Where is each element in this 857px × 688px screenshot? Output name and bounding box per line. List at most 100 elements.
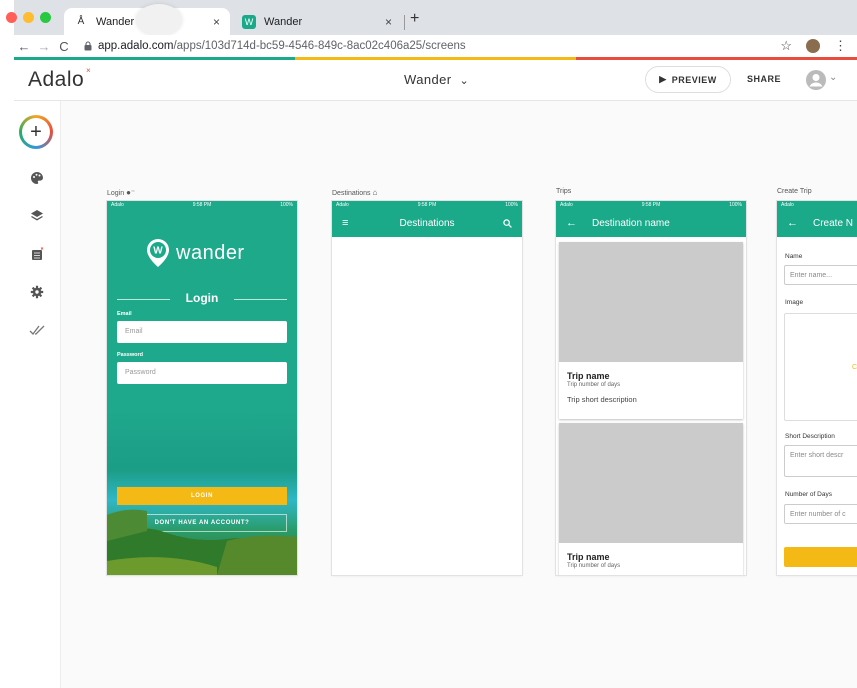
password-field[interactable]: Password (117, 362, 287, 384)
user-avatar-icon[interactable] (806, 70, 826, 90)
back-arrow-icon[interactable]: ← (566, 217, 577, 229)
beach-photo (107, 509, 297, 575)
add-component-button[interactable]: + (19, 115, 53, 149)
trip-image-placeholder (559, 242, 743, 362)
status-time: 9:58 PM (417, 202, 437, 208)
tab-title: Wander (96, 15, 135, 28)
name-input[interactable]: Enter name... (784, 265, 857, 285)
user-lock-icon: ●⁻ (126, 188, 136, 197)
login-screen[interactable]: Adalo 9:58 PM 100% W wander Login Email … (107, 201, 297, 575)
adalo-logo[interactable]: Adalo × (28, 66, 91, 92)
browser-menu-icon[interactable]: ⋮ (834, 38, 847, 54)
close-tab-icon[interactable]: × (385, 15, 392, 29)
image-picker[interactable]: C (784, 313, 857, 421)
cursor-highlight (136, 4, 182, 36)
play-icon: ▶ (659, 74, 667, 84)
share-button[interactable]: SHARE (747, 74, 781, 84)
tab-wander-2[interactable]: W Wander × (232, 8, 402, 35)
status-battery: 100% (280, 202, 293, 208)
url-host: app.adalo.com (98, 40, 174, 52)
close-tab-icon[interactable]: × (213, 15, 220, 29)
password-label: Password (117, 352, 143, 358)
window-controls (6, 12, 51, 23)
new-tab-button[interactable]: + (410, 10, 419, 28)
trip-card[interactable]: Trip name Trip number of days Trip short… (559, 242, 743, 419)
app-bar-title: Create N (813, 217, 854, 229)
app-switcher[interactable]: Wander ⌄ (404, 72, 469, 87)
lock-icon (84, 41, 92, 51)
back-arrow-icon[interactable]: ← (14, 39, 34, 54)
status-bar: Adalo (777, 201, 857, 209)
login-heading: Login (185, 291, 219, 305)
preview-label: PREVIEW (671, 74, 717, 85)
create-trip-screen[interactable]: Adalo ← Create N Name Enter name... Imag… (777, 201, 857, 575)
minimize-window-button[interactable] (23, 12, 34, 23)
trip-days: Trip number of days (567, 382, 621, 388)
screen-label-destinations[interactable]: Destinations ⌂ (332, 188, 377, 197)
trip-name: Trip name (567, 552, 610, 562)
adalo-favicon-icon: Å (77, 16, 85, 27)
status-carrier: Adalo (336, 202, 349, 208)
left-toolbar: + (14, 101, 61, 688)
screen-label-text: Login (107, 190, 125, 197)
status-battery: 100% (729, 202, 742, 208)
tab-separator (404, 15, 405, 30)
settings-gear-icon[interactable] (28, 283, 46, 301)
screens-canvas[interactable]: Login ●⁻ Adalo 9:58 PM 100% W wander Log… (61, 101, 857, 688)
screen-label-login[interactable]: Login ●⁻ (107, 188, 135, 197)
trips-screen[interactable]: Adalo 9:58 PM 100% ← Destination name Tr… (556, 201, 746, 575)
trip-card[interactable]: Trip name Trip number of days (559, 423, 743, 575)
status-bar: Adalo 9:58 PM 100% (556, 201, 746, 209)
email-field[interactable]: Email (117, 321, 287, 343)
app-bar-title: Destination name (592, 217, 670, 229)
logo-text: Adalo (28, 68, 85, 91)
screen-label-trips[interactable]: Trips (556, 188, 571, 195)
status-time: 9:58 PM (641, 202, 661, 208)
profile-avatar[interactable] (806, 39, 820, 53)
status-time: 9:58 PM (192, 202, 212, 208)
image-label: Image (785, 299, 804, 306)
logo-mark: × (86, 66, 92, 75)
status-carrier: Adalo (111, 202, 124, 208)
create-trip-submit-button[interactable] (784, 547, 857, 567)
maximize-window-button[interactable] (40, 12, 51, 23)
status-bar: Adalo 9:58 PM 100% (332, 201, 522, 209)
wander-pin-logo-icon: W (147, 239, 169, 267)
wander-favicon-icon: W (242, 14, 256, 29)
forward-arrow-icon[interactable]: → (34, 39, 54, 54)
close-window-button[interactable] (6, 12, 17, 23)
number-of-days-label: Number of Days (785, 491, 832, 498)
brand-wordmark: wander (176, 242, 245, 264)
chevron-down-icon[interactable]: ⌄ (829, 72, 837, 83)
url-field[interactable]: app.adalo.com/apps/103d714d-bc59-4546-84… (84, 40, 466, 52)
short-description-label: Short Description (785, 433, 835, 440)
divider-line (234, 299, 287, 300)
database-icon[interactable] (28, 245, 46, 263)
reload-icon[interactable]: C (54, 39, 74, 54)
app-name: Wander (404, 72, 452, 87)
image-picker-hint: C (851, 364, 857, 371)
svg-text:W: W (153, 246, 163, 257)
publish-check-icon[interactable] (28, 321, 46, 339)
status-carrier: Adalo (560, 202, 573, 208)
search-icon[interactable] (503, 218, 512, 228)
back-arrow-icon[interactable]: ← (787, 217, 798, 229)
app-bar: ≡ Destinations (332, 209, 522, 237)
trip-days: Trip number of days (567, 563, 621, 569)
destinations-screen[interactable]: Adalo 9:58 PM 100% ≡ Destinations (332, 201, 522, 575)
status-carrier: Adalo (781, 202, 794, 208)
number-of-days-input[interactable]: Enter number of c (784, 504, 857, 524)
preview-button[interactable]: ▶ PREVIEW (645, 66, 731, 93)
status-battery: 100% (505, 202, 518, 208)
app-bar: ← Destination name (556, 209, 746, 237)
screen-label-create-trip[interactable]: Create Trip (777, 188, 812, 195)
editor-header: Adalo × Wander ⌄ ▶ PREVIEW SHARE ⌄ (14, 60, 857, 101)
url-path: /apps/103d714d-bc59-4546-849c-8ac02c406a… (173, 40, 466, 52)
trip-description: Trip short description (567, 395, 637, 404)
bookmark-star-icon[interactable]: ☆ (780, 38, 792, 54)
short-description-input[interactable]: Enter short descr (784, 445, 857, 477)
tab-title: Wander (264, 15, 303, 28)
palette-icon[interactable] (28, 169, 46, 187)
status-bar: Adalo 9:58 PM 100% (107, 201, 297, 209)
layers-icon[interactable] (28, 207, 46, 225)
